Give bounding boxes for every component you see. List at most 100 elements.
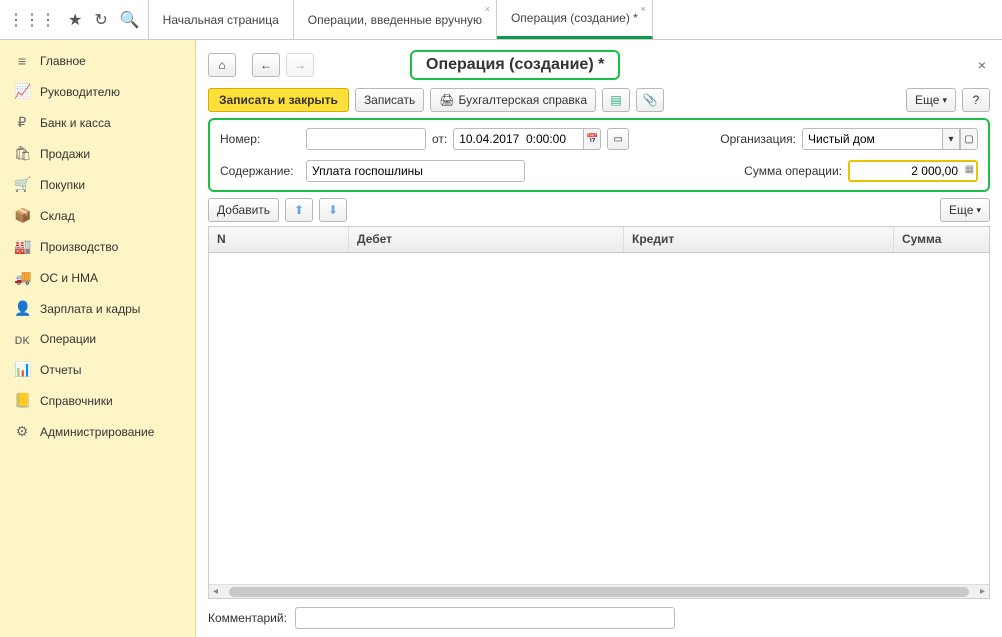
arrow-up-icon: ⬆ (294, 203, 304, 217)
close-icon[interactable]: × (485, 4, 490, 14)
sidebar-item-label: Справочники (40, 394, 113, 408)
help-button[interactable]: ? (962, 88, 990, 112)
chevron-down-icon: ▾ (948, 134, 953, 145)
org-label: Организация: (720, 132, 796, 146)
org-input[interactable] (802, 128, 942, 150)
chart-icon: 📈 (14, 83, 30, 100)
sidebar-item-bank[interactable]: ₽Банк и касса (0, 107, 195, 138)
tab-operations-manual[interactable]: Операции, введенные вручную × (294, 0, 497, 39)
gear-icon: ⚙ (14, 423, 30, 440)
form-doc-button[interactable]: ▭ (607, 128, 629, 150)
tab-home[interactable]: Начальная страница (149, 0, 294, 39)
apps-icon[interactable]: ⋮⋮⋮ (8, 10, 56, 30)
main-panel: ⌂ ← → Операция (создание) * × Записать и… (196, 40, 1002, 637)
content-input[interactable] (306, 160, 525, 182)
move-up-button[interactable]: ⬆ (285, 198, 313, 222)
sidebar-item-assets[interactable]: 🚚 ОС и НМА (0, 262, 195, 293)
person-icon: 👤 (14, 300, 30, 317)
tab-label: Операции, введенные вручную (308, 13, 482, 27)
sidebar-item-warehouse[interactable]: 📦Склад (0, 200, 195, 231)
close-panel-button[interactable]: × (974, 57, 990, 73)
number-input[interactable] (306, 128, 426, 150)
horizontal-scrollbar[interactable]: ◂ ▸ (209, 584, 989, 598)
table-more-button[interactable]: Еще▾ (940, 198, 990, 222)
date-input[interactable] (453, 128, 583, 150)
sidebar-item-label: Покупки (40, 178, 85, 192)
sidebar-item-admin[interactable]: ⚙Администрирование (0, 416, 195, 447)
more-label: Еще (949, 203, 973, 217)
close-icon: × (978, 57, 986, 73)
more-button[interactable]: Еще▾ (906, 88, 956, 112)
scroll-left-icon[interactable]: ◂ (213, 586, 218, 597)
factory-icon: 🏭 (14, 238, 30, 255)
col-debit[interactable]: Дебет (349, 227, 624, 252)
sidebar-item-catalogs[interactable]: 📒 Справочники (0, 385, 195, 416)
sidebar: ≡ Главное 📈 Руководителю ₽Банк и касса 🛍Пр… (0, 40, 196, 637)
sidebar-item-reports[interactable]: 📊 Отчеты (0, 354, 195, 385)
calculator-icon[interactable]: ▦ (965, 164, 974, 175)
scroll-thumb[interactable] (229, 587, 969, 597)
form-icon: ▭ (614, 134, 623, 145)
save-close-button[interactable]: Записать и закрыть (208, 88, 349, 112)
bars-icon: 📊 (14, 361, 30, 378)
chevron-down-icon: ▾ (976, 205, 981, 216)
book-icon: 📒 (14, 392, 30, 409)
close-icon[interactable]: × (641, 4, 646, 14)
table-body[interactable] (209, 253, 989, 584)
sidebar-item-hr[interactable]: 👤Зарплата и кадры (0, 293, 195, 324)
home-button[interactable]: ⌂ (208, 53, 236, 77)
sidebar-item-production[interactable]: 🏭 Производство (0, 231, 195, 262)
arrow-left-icon: ← (260, 58, 272, 72)
tab-operation-create[interactable]: Операция (создание) * × (497, 0, 653, 39)
col-sum[interactable]: Сумма (894, 227, 989, 252)
sidebar-item-label: Продажи (40, 147, 90, 161)
dk-icon: ᴅᴋ (14, 331, 30, 347)
sidebar-item-label: Отчеты (40, 363, 81, 377)
calendar-button[interactable]: 📅 (583, 128, 601, 150)
org-field: ▾ ▢ (802, 128, 978, 150)
calendar-icon: 📅 (586, 134, 598, 145)
content-label: Содержание: (220, 164, 300, 178)
comment-input[interactable] (295, 607, 675, 629)
home-icon: ⌂ (218, 58, 225, 72)
sum-label: Сумма операции: (744, 164, 842, 178)
number-label: Номер: (220, 132, 300, 146)
search-icon[interactable]: 🔍 (120, 10, 140, 30)
truck-icon: 🚚 (14, 269, 30, 286)
org-dropdown-button[interactable]: ▾ (942, 128, 960, 150)
org-open-button[interactable]: ▢ (960, 128, 978, 150)
star-icon[interactable]: ★ (68, 10, 82, 30)
sum-input[interactable] (848, 160, 978, 182)
attach-button[interactable]: 📎 (636, 88, 664, 112)
date-field: 📅 (453, 128, 601, 150)
sidebar-item-manager[interactable]: 📈 Руководителю (0, 76, 195, 107)
report-button[interactable]: ▤ (602, 88, 630, 112)
history-icon[interactable]: ↻ (94, 10, 107, 30)
table-header: N Дебет Кредит Сумма (209, 227, 989, 253)
sidebar-item-main[interactable]: ≡ Главное (0, 46, 195, 76)
tab-label: Операция (создание) * (511, 11, 638, 25)
move-down-button[interactable]: ⬇ (319, 198, 347, 222)
scroll-right-icon[interactable]: ▸ (980, 586, 985, 597)
nav-row: ⌂ ← → Операция (создание) * × (208, 50, 990, 80)
sidebar-item-purchases[interactable]: 🛒Покупки (0, 169, 195, 200)
top-icon-group: ⋮⋮⋮ ★ ↻ 🔍 (0, 0, 149, 39)
col-n[interactable]: N (209, 227, 349, 252)
add-row-button[interactable]: Добавить (208, 198, 279, 222)
sidebar-item-label: Производство (40, 240, 118, 254)
sidebar-item-sales[interactable]: 🛍Продажи (0, 138, 195, 169)
forward-button[interactable]: → (286, 53, 314, 77)
sidebar-item-label: ОС и НМА (40, 271, 98, 285)
print-reference-button[interactable]: 🖨Бухгалтерская справка (430, 88, 596, 112)
sidebar-item-label: Главное (40, 54, 86, 68)
page-title: Операция (создание) * (410, 50, 620, 80)
save-button[interactable]: Записать (355, 88, 424, 112)
back-button[interactable]: ← (252, 53, 280, 77)
sidebar-item-label: Руководителю (40, 85, 120, 99)
menu-icon: ≡ (14, 53, 30, 69)
col-credit[interactable]: Кредит (624, 227, 894, 252)
sidebar-item-operations[interactable]: ᴅᴋ Операции (0, 324, 195, 354)
sidebar-item-label: Операции (40, 332, 96, 346)
comment-label: Комментарий: (208, 611, 287, 625)
sidebar-item-label: Банк и касса (40, 116, 111, 130)
